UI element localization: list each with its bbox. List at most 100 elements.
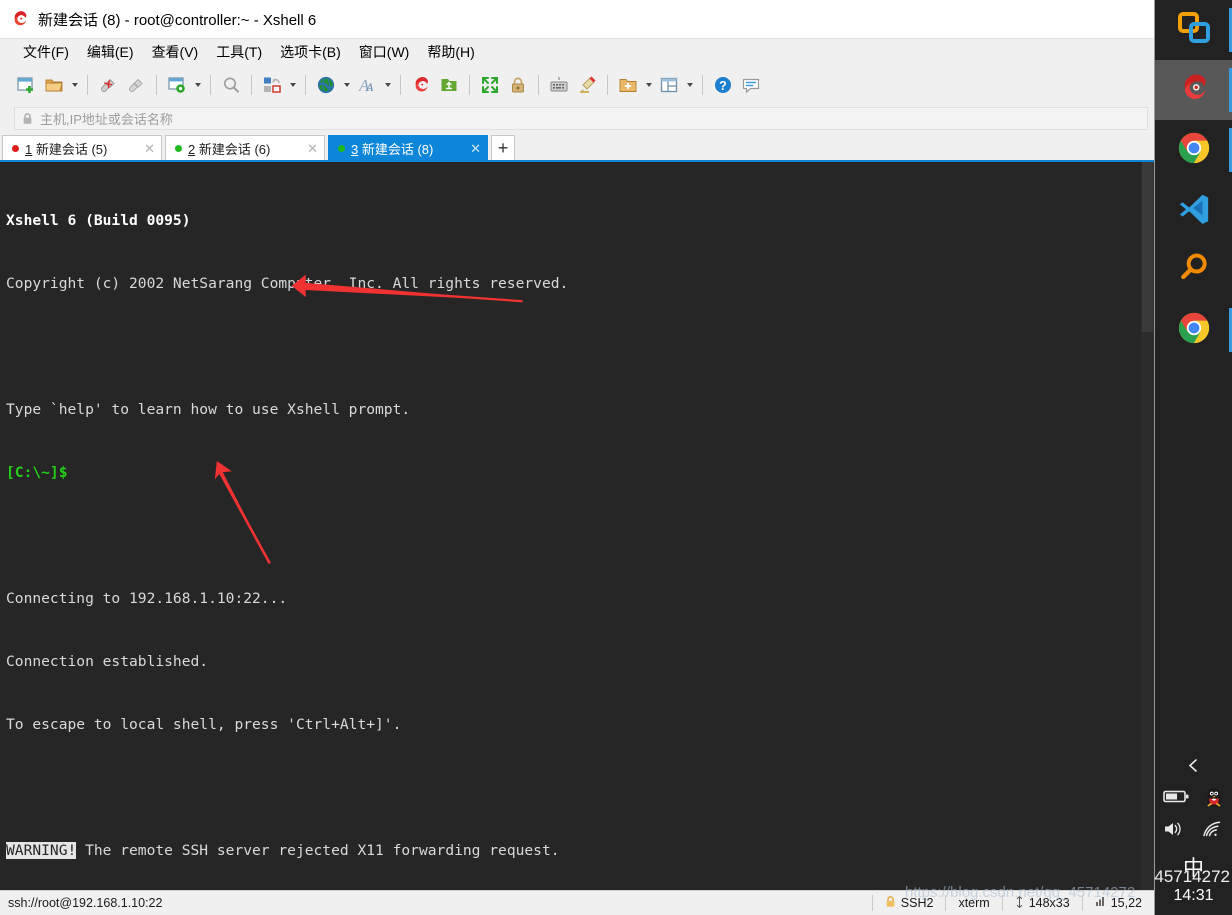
lock-icon[interactable] <box>504 71 532 99</box>
xftp-icon[interactable] <box>435 71 463 99</box>
layout-transfer-icon[interactable] <box>258 71 286 99</box>
qq-penguin-icon[interactable] <box>1204 786 1224 813</box>
cursor-position-icon <box>1095 896 1106 911</box>
feedback-icon[interactable] <box>737 71 765 99</box>
terminal-scrollbar[interactable] <box>1141 162 1154 890</box>
menu-tabs[interactable]: 选项卡(B) <box>271 39 350 65</box>
tab-session-1[interactable]: 1 新建会话 (5) ✕ <box>2 135 162 160</box>
session-properties-dropdown-icon[interactable] <box>191 71 204 99</box>
font-icon[interactable]: A A <box>353 71 381 99</box>
svg-text:?: ? <box>719 79 727 93</box>
wifi-icon[interactable] <box>1201 819 1225 844</box>
terminal-line: [C:\~]$ <box>6 464 68 481</box>
svg-text:A: A <box>365 80 374 94</box>
layout-transfer-dropdown-icon[interactable] <box>286 71 299 99</box>
session-properties-icon[interactable] <box>163 71 191 99</box>
volume-icon[interactable] <box>1162 819 1186 844</box>
vscode-icon <box>1177 191 1211 230</box>
window-title: 新建会话 (8) - root@controller:~ - Xshell 6 <box>38 11 317 29</box>
terminal-line: Type `help' to learn how to use Xshell p… <box>6 401 411 418</box>
menu-tools[interactable]: 工具(T) <box>207 39 271 65</box>
menu-window[interactable]: 窗口(W) <box>350 39 419 65</box>
tray-row-2 <box>1155 815 1232 847</box>
address-bar[interactable]: 主机,IP地址或会话名称 <box>14 107 1148 130</box>
chrome-icon <box>1177 311 1211 350</box>
tab-title: 新建会话 (8) <box>358 141 434 157</box>
add-folder-dropdown-icon[interactable] <box>642 71 655 99</box>
status-size-label: 148x33 <box>1028 896 1070 910</box>
terminal-line: Copyright (c) 2002 NetSarang Computer, I… <box>6 275 569 292</box>
terminal-output: Xshell 6 (Build 0095) Copyright (c) 2002… <box>0 162 1154 890</box>
tab-session-2[interactable]: 2 新建会话 (6) ✕ <box>165 135 325 160</box>
lock-icon <box>885 895 896 911</box>
menu-file[interactable]: 文件(F) <box>14 39 78 65</box>
terminal-panel[interactable]: Xshell 6 (Build 0095) Copyright (c) 2002… <box>0 160 1154 890</box>
chevron-left-icon <box>1188 758 1197 772</box>
lock-icon <box>22 112 33 125</box>
font-dropdown-icon[interactable] <box>381 71 394 99</box>
tab-session-3[interactable]: 3 新建会话 (8) ✕ <box>328 135 488 160</box>
reconnect-icon[interactable] <box>122 71 150 99</box>
tab-close-icon[interactable]: ✕ <box>470 142 481 155</box>
toolbar-divider <box>87 74 88 95</box>
status-cursor-label: 15,22 <box>1110 896 1142 910</box>
xshell-icon[interactable] <box>407 71 435 99</box>
toolbar-divider <box>251 74 252 95</box>
tab-close-icon[interactable]: ✕ <box>144 142 155 155</box>
tab-close-icon[interactable]: ✕ <box>307 142 318 155</box>
terminal-scrollbar-thumb[interactable] <box>1142 162 1153 332</box>
warning-badge: WARNING! <box>6 842 77 859</box>
address-bar-container: 主机,IP地址或会话名称 <box>0 104 1154 133</box>
terminal-line: Connecting to 192.168.1.10:22... <box>6 590 288 607</box>
taskbar-item-vmware[interactable] <box>1155 0 1232 60</box>
taskbar-clock[interactable]: 14:31 <box>1155 887 1232 911</box>
globe-dropdown-icon[interactable] <box>340 71 353 99</box>
new-tab-button[interactable]: + <box>491 135 515 160</box>
battery-icon[interactable] <box>1162 789 1189 809</box>
taskbar-item-chrome-2[interactable] <box>1155 300 1232 360</box>
status-cursor-position: 15,22 <box>1083 891 1154 915</box>
help-icon[interactable]: ? <box>709 71 737 99</box>
tab-status-dot <box>338 144 345 152</box>
taskbar-item-xshell[interactable] <box>1155 60 1232 120</box>
fullscreen-icon[interactable] <box>476 71 504 99</box>
system-tray: 中 14:31 <box>1155 747 1232 915</box>
open-folder-dropdown-icon[interactable] <box>68 71 81 99</box>
split-layout-dropdown-icon[interactable] <box>683 71 696 99</box>
tab-label: 1 新建会话 (5) <box>25 139 134 158</box>
open-folder-icon[interactable] <box>40 71 68 99</box>
keyboard-icon[interactable] <box>545 71 573 99</box>
xshell-window: 新建会话 (8) - root@controller:~ - Xshell 6 … <box>0 0 1155 915</box>
tray-expand-button[interactable] <box>1155 747 1232 783</box>
toolbar-divider <box>469 74 470 95</box>
terminal-line: To escape to local shell, press 'Ctrl+Al… <box>6 716 402 733</box>
terminal-line: Xshell 6 (Build 0095) <box>6 212 191 229</box>
add-folder-icon[interactable] <box>614 71 642 99</box>
highlight-icon[interactable] <box>573 71 601 99</box>
terminal-line-warning: WARNING! The remote SSH server rejected … <box>6 840 1154 861</box>
menu-help[interactable]: 帮助(H) <box>418 39 483 65</box>
toolbar-divider <box>538 74 539 95</box>
menu-bar: 文件(F) 编辑(E) 查看(V) 工具(T) 选项卡(B) 窗口(W) 帮助(… <box>0 38 1154 65</box>
tab-bar: 1 新建会话 (5) ✕ 2 新建会话 (6) ✕ 3 新建会话 (8) ✕ + <box>0 133 1154 160</box>
window-titlebar: 新建会话 (8) - root@controller:~ - Xshell 6 <box>0 0 1154 38</box>
taskbar-item-everything[interactable] <box>1155 240 1232 300</box>
taskbar-item-chrome[interactable] <box>1155 120 1232 180</box>
find-icon[interactable] <box>217 71 245 99</box>
terminal-line: Connection established. <box>6 653 209 670</box>
menu-edit[interactable]: 编辑(E) <box>78 39 143 65</box>
status-connection: ssh://root@192.168.1.10:22 <box>8 896 163 910</box>
taskbar-item-vscode[interactable] <box>1155 180 1232 240</box>
split-layout-icon[interactable] <box>655 71 683 99</box>
tab-title: 新建会话 (5) <box>32 141 108 157</box>
globe-icon[interactable] <box>312 71 340 99</box>
menu-view[interactable]: 查看(V) <box>143 39 208 65</box>
new-session-icon[interactable] <box>12 71 40 99</box>
tab-status-dot <box>12 144 19 152</box>
warning-message: The remote SSH server rejected X11 forwa… <box>76 842 560 859</box>
tab-status-dot <box>175 144 182 152</box>
ime-indicator[interactable]: 中 <box>1155 847 1232 887</box>
disconnect-icon[interactable] <box>94 71 122 99</box>
